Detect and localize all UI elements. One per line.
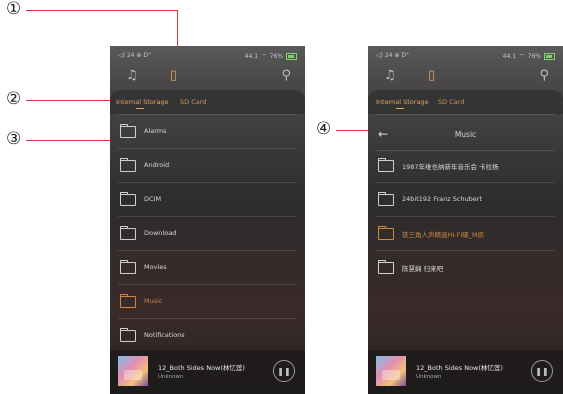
- tab-internal-storage[interactable]: Internal Storage: [376, 98, 429, 106]
- list-item[interactable]: Notifications: [118, 324, 297, 348]
- folder-icon: [120, 226, 136, 240]
- folder-header: ← Music: [368, 124, 563, 148]
- wifi-icon: ⌔: [519, 53, 525, 60]
- tab-sd-card[interactable]: SD Card: [180, 98, 206, 106]
- list-item[interactable]: Music: [118, 290, 297, 314]
- mini-player[interactable]: 12_Both Sides Now(林忆莲) Unknown ❚❚: [368, 350, 563, 394]
- folder-icon: [120, 124, 136, 138]
- list-item[interactable]: Alarms: [118, 120, 297, 144]
- phone-right-screen: ◁) 24 ⊕ D° 44.1 ⌔ 76% ♫ ▯ ⚲ Internal Sto…: [368, 46, 563, 394]
- pause-icon: ❚❚: [277, 366, 291, 376]
- phone-left-screen: ◁) 24 ⊕ D° 44.1 ⌔ 76% ♫ ▯ ⚲ Internal Sto…: [110, 46, 305, 394]
- top-bar: ♫ ▯ ⚲: [110, 66, 305, 88]
- album-art: [118, 356, 148, 386]
- tab-indicator: [136, 108, 144, 109]
- status-bar: ◁) 24 ⊕ D° 44.1 ⌔ 76%: [118, 52, 297, 62]
- track-title: 12_Both Sides Now(林忆莲): [158, 364, 245, 372]
- folder-icon: [378, 192, 394, 206]
- battery-percent: 76%: [527, 52, 541, 60]
- status-bar: ◁) 24 ⊕ D° 44.1 ⌔ 76%: [376, 52, 555, 62]
- callout-4: ④: [316, 119, 332, 139]
- list-item[interactable]: 陈慧娴 归来吧: [376, 256, 555, 280]
- track-title: 12_Both Sides Now(林忆莲): [416, 364, 503, 372]
- music-note-icon[interactable]: ♫: [126, 68, 138, 83]
- folder-label: Movies: [144, 263, 167, 271]
- folder-icon: [120, 328, 136, 342]
- folder-label: DCIM: [144, 195, 162, 203]
- battery-icon: [544, 52, 555, 60]
- list-item[interactable]: 24bit192 Franz Schubert: [376, 188, 555, 212]
- pause-button[interactable]: ❚❚: [531, 360, 553, 382]
- folder-label: 陈慧娴 归来吧: [402, 265, 444, 273]
- folder-label: Notifications: [144, 331, 185, 339]
- folder-label: Download: [144, 229, 177, 237]
- track-artist: Unknown: [416, 374, 442, 380]
- callout-2-line: [26, 100, 122, 101]
- folder-icon: [378, 260, 394, 274]
- list-item[interactable]: Android: [118, 154, 297, 178]
- callout-2: ②: [6, 89, 22, 109]
- list-item[interactable]: Movies: [118, 256, 297, 280]
- list-item[interactable]: 铁三角人声精选HI-FI碟_M抓: [376, 222, 555, 246]
- folder-icon: [120, 192, 136, 206]
- folder-label: Alarms: [144, 127, 167, 135]
- tab-internal-storage[interactable]: Internal Storage: [116, 98, 169, 106]
- callout-1-line: [26, 10, 178, 11]
- folder-icon: [120, 260, 136, 274]
- tab-indicator: [396, 108, 404, 109]
- callout-3: ③: [6, 129, 22, 149]
- status-left: ◁) 24 ⊕ D°: [376, 52, 409, 59]
- tab-sd-card[interactable]: SD Card: [438, 98, 464, 106]
- battery-icon: [286, 52, 297, 60]
- storage-tabs: Internal Storage SD Card: [110, 90, 305, 114]
- folder-label: 24bit192 Franz Schubert: [402, 195, 483, 203]
- search-icon[interactable]: ⚲: [539, 68, 549, 83]
- wifi-icon: ⌔: [261, 53, 267, 60]
- list-item[interactable]: Download: [118, 222, 297, 246]
- sample-rate: 44.1: [244, 52, 259, 60]
- file-icon[interactable]: ▯: [428, 68, 435, 83]
- folder-icon: [120, 158, 136, 172]
- list-item[interactable]: DCIM: [118, 188, 297, 212]
- folder-title: Music: [454, 130, 477, 139]
- folder-icon: [378, 158, 394, 172]
- list-item[interactable]: 1987年维也纳新年音乐会 卡拉扬: [376, 154, 555, 178]
- folder-icon: [378, 226, 394, 240]
- pause-icon: ❚❚: [535, 366, 549, 376]
- callout-1: ①: [6, 0, 22, 19]
- folder-label: Android: [144, 161, 170, 169]
- music-note-icon[interactable]: ♫: [384, 68, 396, 83]
- top-bar: ♫ ▯ ⚲: [368, 66, 563, 88]
- track-artist: Unknown: [158, 374, 184, 380]
- file-icon[interactable]: ▯: [170, 68, 177, 83]
- folder-icon: [120, 294, 136, 308]
- sample-rate: 44.1: [502, 52, 517, 60]
- battery-percent: 76%: [269, 52, 283, 60]
- search-icon[interactable]: ⚲: [281, 68, 291, 83]
- folder-label: 铁三角人声精选HI-FI碟_M抓: [402, 231, 485, 239]
- folder-label: Music: [144, 297, 163, 305]
- folder-label: 1987年维也纳新年音乐会 卡拉扬: [402, 163, 499, 171]
- pause-button[interactable]: ❚❚: [273, 360, 295, 382]
- album-art: [376, 356, 406, 386]
- storage-tabs: Internal Storage SD Card: [368, 90, 563, 114]
- mini-player[interactable]: 12_Both Sides Now(林忆莲) Unknown ❚❚: [110, 350, 305, 394]
- status-left: ◁) 24 ⊕ D°: [118, 52, 151, 59]
